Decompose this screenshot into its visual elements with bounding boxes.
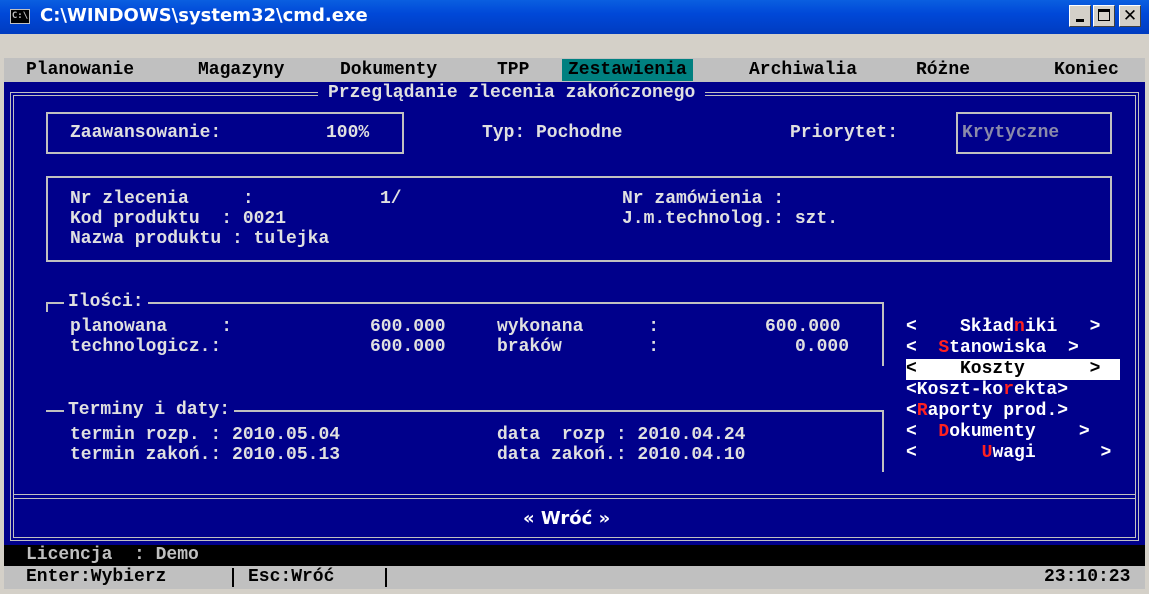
reject-value: 0.000 <box>795 337 850 357</box>
button-uwagi-label-end: wagi > <box>992 443 1112 463</box>
button-koszty[interactable]: < Koszty > <box>906 359 1120 380</box>
quantities-group-tick <box>46 302 48 312</box>
quantities-title: Ilości: <box>64 292 148 312</box>
clock: 23:10:23 <box>1044 567 1131 587</box>
progress-label: Zaawansowanie: <box>70 123 222 143</box>
tech-qty-label: technologicz.: <box>70 337 222 357</box>
button-skladniki-label-end: iki > <box>1024 317 1101 337</box>
close-icon: ✕ <box>1122 6 1138 26</box>
end-term: termin zakoń.: 2010.05.13 <box>70 445 341 465</box>
minimize-icon <box>1076 19 1084 22</box>
tech-unit: J.m.technolog.: szt. <box>622 209 839 229</box>
menu-rozne[interactable]: Różne <box>916 59 970 81</box>
priority-label: Priorytet: <box>790 123 899 143</box>
end-date: data zakoń.: 2010.04.10 <box>497 445 746 465</box>
button-dokumenty-label-end: okumenty > <box>949 422 1090 442</box>
order-nr-value: 1/ <box>380 189 402 209</box>
button-uwagi[interactable]: < Uwagi > <box>906 443 1120 464</box>
hotkey: D <box>938 422 950 442</box>
menu-tpp[interactable]: TPP <box>497 59 529 81</box>
menu-koniec[interactable]: Koniec <box>1054 59 1119 81</box>
type-label: Typ: Pochodne <box>482 123 623 143</box>
minimize-button[interactable] <box>1069 5 1091 27</box>
maximize-icon <box>1098 9 1110 21</box>
priority-value: Krytyczne <box>956 112 1112 154</box>
button-stanowiska[interactable]: < Stanowiska > <box>906 338 1120 359</box>
start-date: data rozp : 2010.04.24 <box>497 425 746 445</box>
title-bar[interactable]: C:\ C:\WINDOWS\system32\cmd.exe ✕ <box>0 0 1149 34</box>
hotkey: r <box>1003 380 1015 400</box>
button-skladniki[interactable]: < Składniki > <box>906 317 1120 338</box>
hotkey: S <box>938 338 950 358</box>
button-raporty[interactable]: <Raporty prod.> <box>906 401 1120 422</box>
menu-magazyny[interactable]: Magazyny <box>198 59 284 81</box>
start-term: termin rozp. : 2010.05.04 <box>70 425 341 445</box>
order-nr-label: Nr zlecenia : <box>70 189 254 209</box>
button-skladniki-label: < Skład <box>906 317 1015 337</box>
enter-hint[interactable]: Enter:Wybierz <box>26 567 166 587</box>
license-text: Licencja : Demo <box>26 545 199 565</box>
cmd-icon: C:\ <box>10 9 30 24</box>
divider <box>14 494 1135 499</box>
tech-qty-value: 600.000 <box>370 337 446 357</box>
menu-dokumenty[interactable]: Dokumenty <box>340 59 437 81</box>
close-button[interactable]: ✕ <box>1119 5 1141 27</box>
product-name: Nazwa produktu : tulejka <box>70 229 330 249</box>
status-separator <box>232 568 234 587</box>
button-koszt-korekta[interactable]: <Koszt-korekta> <box>906 380 1120 401</box>
customer-order-nr: Nr zamówienia : <box>622 189 785 209</box>
button-koszt-korekta-label: <Koszt-ko <box>906 380 1004 400</box>
status-separator <box>385 568 387 587</box>
button-uwagi-label: < <box>906 443 982 463</box>
menu-archiwalia[interactable]: Archiwalia <box>749 59 857 81</box>
button-stanowiska-label: < <box>906 338 939 358</box>
console-window: C:\ C:\WINDOWS\system32\cmd.exe ✕ Planow… <box>0 0 1149 594</box>
menu-zestawienia[interactable]: Zestawienia <box>562 59 693 81</box>
hotkey: U <box>981 443 993 463</box>
maximize-button[interactable] <box>1093 5 1115 27</box>
back-button[interactable]: « Wróć » <box>523 508 610 529</box>
window-title: C:\WINDOWS\system32\cmd.exe <box>40 5 368 26</box>
dialog-title: Przeglądanie zlecenia zakończonego <box>318 83 706 103</box>
esc-hint[interactable]: Esc:Wróć <box>248 567 334 587</box>
menu-bar: Planowanie Magazyny Dokumenty TPP Zestaw… <box>4 58 1145 82</box>
button-dokumenty-label: < <box>906 422 939 442</box>
done-value: 600.000 <box>765 317 841 337</box>
product-code: Kod produktu : 0021 <box>70 209 287 229</box>
hotkey: n <box>1014 317 1025 337</box>
planned-value: 600.000 <box>370 317 446 337</box>
status-bar: Enter:Wybierz Esc:Wróć 23:10:23 <box>4 566 1145 589</box>
button-stanowiska-label-end: tanowiska > <box>949 338 1079 358</box>
button-koszt-korekta-label-end: ekta> <box>1014 380 1069 400</box>
button-koszty-label: < Koszty > <box>906 359 1101 379</box>
dates-title: Terminy i daty: <box>64 400 235 420</box>
planned-label: planowana : <box>70 317 233 337</box>
progress-value: 100% <box>326 123 370 143</box>
button-dokumenty[interactable]: < Dokumenty > <box>906 422 1120 443</box>
done-label: wykonana : <box>497 317 660 337</box>
license-bar: Licencja : Demo <box>4 545 1145 566</box>
hotkey: R <box>916 401 928 421</box>
button-raporty-label: < <box>906 401 917 421</box>
reject-label: braków : <box>497 337 660 357</box>
menu-planowanie[interactable]: Planowanie <box>26 59 134 81</box>
button-raporty-label-end: aporty prod.> <box>927 401 1069 421</box>
